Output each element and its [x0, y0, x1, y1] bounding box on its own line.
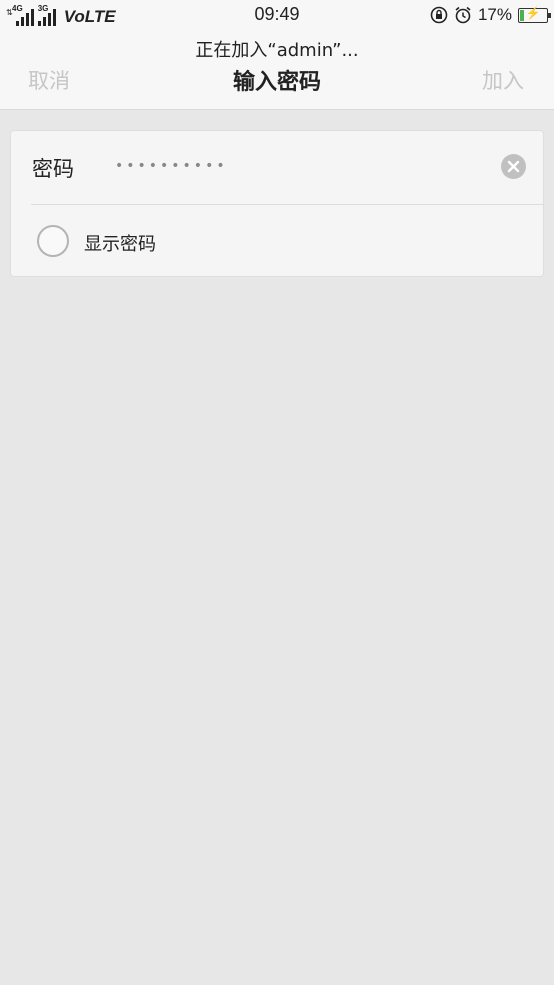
- show-password-label: 显示密码: [84, 234, 156, 255]
- join-button[interactable]: 加入: [482, 65, 524, 95]
- cancel-button[interactable]: 取消: [28, 65, 70, 95]
- status-bar-right: 17% ⚡: [430, 4, 551, 26]
- page-title: 输入密码: [232, 70, 321, 95]
- password-card: 密码 显示密码: [10, 130, 544, 277]
- password-field[interactable]: [115, 151, 475, 181]
- status-bar: ⇅ 4G 3G VoLTE 09:49 17% ⚡: [0, 0, 554, 30]
- password-label: 密码: [32, 157, 74, 181]
- clear-icon[interactable]: [501, 154, 526, 179]
- alarm-icon: [455, 6, 471, 24]
- show-password-row[interactable]: 显示密码: [11, 205, 543, 277]
- navigation-bar: 正在加入“admin”... 输入密码 取消 加入: [0, 30, 554, 110]
- connecting-subtitle: 正在加入“admin”...: [195, 40, 359, 61]
- password-row: 密码: [11, 131, 543, 204]
- show-password-checkbox[interactable]: [37, 225, 69, 257]
- battery-percent: 17%: [477, 5, 512, 24]
- rotation-lock-icon: [430, 6, 448, 24]
- battery-charging-icon: ⚡: [518, 6, 551, 23]
